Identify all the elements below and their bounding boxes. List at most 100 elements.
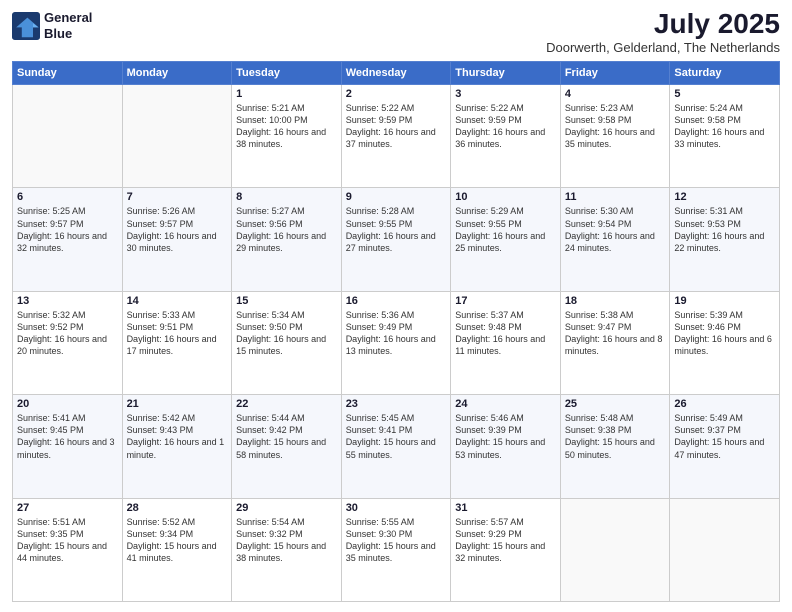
day-number: 23 <box>346 398 447 410</box>
calendar-cell: 2Sunrise: 5:22 AMSunset: 9:59 PMDaylight… <box>341 85 451 188</box>
day-header-tuesday: Tuesday <box>232 62 342 85</box>
calendar-cell: 24 Sunrise: 5:46 AMSunset: 9:39 PMDayligh… <box>451 395 561 498</box>
day-number: 24 <box>455 398 556 410</box>
calendar-cell: 22 Sunrise: 5:44 AMSunset: 9:42 PMDayligh… <box>232 395 342 498</box>
calendar-cell: 28 Sunrise: 5:52 AMSunset: 9:34 PMDayligh… <box>122 498 232 601</box>
cell-info: Sunrise: 5:29 AMSunset: 9:55 PMDaylight:… <box>455 205 556 254</box>
logo: General Blue <box>12 10 92 41</box>
day-number: 26 <box>674 398 775 410</box>
calendar-week-row: 6 Sunrise: 5:25 AMSunset: 9:57 PMDaylight… <box>13 188 780 291</box>
calendar-cell: 29Sunrise: 5:54 AMSunset: 9:32 PMDayligh… <box>232 498 342 601</box>
day-number: 22 <box>236 398 337 410</box>
day-number: 6 <box>17 191 118 203</box>
calendar: SundayMondayTuesdayWednesdayThursdayFrid… <box>12 61 780 602</box>
cell-info: Sunrise: 5:25 AMSunset: 9:57 PMDaylight:… <box>17 205 118 254</box>
calendar-header-row: SundayMondayTuesdayWednesdayThursdayFrid… <box>13 62 780 85</box>
day-number: 28 <box>127 502 228 514</box>
cell-info: Sunrise: 5:37 AMSunset: 9:48 PMDaylight:… <box>455 309 556 358</box>
calendar-cell: 30 Sunrise: 5:55 AMSunset: 9:30 PMDayligh… <box>341 498 451 601</box>
day-number: 15 <box>236 295 337 307</box>
day-number: 12 <box>674 191 775 203</box>
cell-info: Sunrise: 5:45 AMSunset: 9:41 PMDaylight:… <box>346 412 447 461</box>
day-number: 31 <box>455 502 556 514</box>
cell-info: Sunrise: 5:49 AMSunset: 9:37 PMDaylight:… <box>674 412 775 461</box>
day-number: 30 <box>346 502 447 514</box>
calendar-cell: 25 Sunrise: 5:48 AMSunset: 9:38 PMDayligh… <box>560 395 670 498</box>
calendar-cell: 26 Sunrise: 5:49 AMSunset: 9:37 PMDayligh… <box>670 395 780 498</box>
cell-info: Sunrise: 5:41 AMSunset: 9:45 PMDaylight:… <box>17 412 118 461</box>
day-number: 9 <box>346 191 447 203</box>
calendar-cell: 6 Sunrise: 5:25 AMSunset: 9:57 PMDaylight… <box>13 188 123 291</box>
calendar-cell <box>560 498 670 601</box>
cell-info: Sunrise: 5:22 AMSunset: 9:59 PMDaylight:… <box>455 102 556 151</box>
day-header-wednesday: Wednesday <box>341 62 451 85</box>
day-number: 14 <box>127 295 228 307</box>
day-header-monday: Monday <box>122 62 232 85</box>
cell-info: Sunrise: 5:23 AMSunset: 9:58 PMDaylight:… <box>565 102 666 151</box>
cell-info: Sunrise: 5:51 AMSunset: 9:35 PMDaylight:… <box>17 516 118 565</box>
day-number: 21 <box>127 398 228 410</box>
day-number: 25 <box>565 398 666 410</box>
day-number: 19 <box>674 295 775 307</box>
calendar-week-row: 1 Sunrise: 5:21 AMSunset: 10:00 PMDayligh… <box>13 85 780 188</box>
title-block: July 2025 Doorwerth, Gelderland, The Net… <box>546 10 780 55</box>
day-header-thursday: Thursday <box>451 62 561 85</box>
calendar-week-row: 20 Sunrise: 5:41 AMSunset: 9:45 PMDayligh… <box>13 395 780 498</box>
cell-info: Sunrise: 5:26 AMSunset: 9:57 PMDaylight:… <box>127 205 228 254</box>
calendar-cell: 14Sunrise: 5:33 AMSunset: 9:51 PMDayligh… <box>122 291 232 394</box>
day-number: 16 <box>346 295 447 307</box>
day-number: 11 <box>565 191 666 203</box>
day-number: 20 <box>17 398 118 410</box>
day-number: 29 <box>236 502 337 514</box>
cell-info: Sunrise: 5:22 AMSunset: 9:59 PMDaylight:… <box>346 102 447 151</box>
logo-line1: General <box>44 10 92 26</box>
cell-info: Sunrise: 5:38 AMSunset: 9:47 PMDaylight:… <box>565 309 666 358</box>
cell-info: Sunrise: 5:48 AMSunset: 9:38 PMDaylight:… <box>565 412 666 461</box>
calendar-cell: 8Sunrise: 5:27 AMSunset: 9:56 PMDaylight… <box>232 188 342 291</box>
page: General Blue July 2025 Doorwerth, Gelder… <box>0 0 792 612</box>
calendar-cell: 19 Sunrise: 5:39 AMSunset: 9:46 PMDayligh… <box>670 291 780 394</box>
calendar-body: 1 Sunrise: 5:21 AMSunset: 10:00 PMDayligh… <box>13 85 780 602</box>
calendar-cell: 3Sunrise: 5:22 AMSunset: 9:59 PMDaylight… <box>451 85 561 188</box>
cell-info: Sunrise: 5:27 AMSunset: 9:56 PMDaylight:… <box>236 205 337 254</box>
calendar-cell: 1 Sunrise: 5:21 AMSunset: 10:00 PMDayligh… <box>232 85 342 188</box>
day-number: 1 <box>236 88 337 100</box>
day-number: 27 <box>17 502 118 514</box>
calendar-cell: 15 Sunrise: 5:34 AMSunset: 9:50 PMDayligh… <box>232 291 342 394</box>
cell-info: Sunrise: 5:34 AMSunset: 9:50 PMDaylight:… <box>236 309 337 358</box>
logo-text: General Blue <box>44 10 92 41</box>
header: General Blue July 2025 Doorwerth, Gelder… <box>12 10 780 55</box>
cell-info: Sunrise: 5:31 AMSunset: 9:53 PMDaylight:… <box>674 205 775 254</box>
calendar-cell: 18Sunrise: 5:38 AMSunset: 9:47 PMDayligh… <box>560 291 670 394</box>
location: Doorwerth, Gelderland, The Netherlands <box>546 40 780 55</box>
day-number: 17 <box>455 295 556 307</box>
day-number: 4 <box>565 88 666 100</box>
cell-info: Sunrise: 5:39 AMSunset: 9:46 PMDaylight:… <box>674 309 775 358</box>
cell-info: Sunrise: 5:52 AMSunset: 9:34 PMDaylight:… <box>127 516 228 565</box>
calendar-week-row: 27 Sunrise: 5:51 AMSunset: 9:35 PMDayligh… <box>13 498 780 601</box>
day-number: 7 <box>127 191 228 203</box>
month-year: July 2025 <box>546 10 780 38</box>
calendar-cell: 5Sunrise: 5:24 AMSunset: 9:58 PMDaylight… <box>670 85 780 188</box>
cell-info: Sunrise: 5:55 AMSunset: 9:30 PMDaylight:… <box>346 516 447 565</box>
cell-info: Sunrise: 5:44 AMSunset: 9:42 PMDaylight:… <box>236 412 337 461</box>
calendar-cell: 12 Sunrise: 5:31 AMSunset: 9:53 PMDayligh… <box>670 188 780 291</box>
calendar-cell: 31 Sunrise: 5:57 AMSunset: 9:29 PMDayligh… <box>451 498 561 601</box>
calendar-cell: 21Sunrise: 5:42 AMSunset: 9:43 PMDayligh… <box>122 395 232 498</box>
logo-line2: Blue <box>44 26 92 42</box>
calendar-week-row: 13Sunrise: 5:32 AMSunset: 9:52 PMDayligh… <box>13 291 780 394</box>
calendar-cell: 10 Sunrise: 5:29 AMSunset: 9:55 PMDayligh… <box>451 188 561 291</box>
day-number: 10 <box>455 191 556 203</box>
calendar-cell: 20 Sunrise: 5:41 AMSunset: 9:45 PMDayligh… <box>13 395 123 498</box>
calendar-cell: 9Sunrise: 5:28 AMSunset: 9:55 PMDaylight… <box>341 188 451 291</box>
calendar-cell: 16Sunrise: 5:36 AMSunset: 9:49 PMDayligh… <box>341 291 451 394</box>
day-number: 5 <box>674 88 775 100</box>
calendar-cell <box>13 85 123 188</box>
cell-info: Sunrise: 5:57 AMSunset: 9:29 PMDaylight:… <box>455 516 556 565</box>
day-header-sunday: Sunday <box>13 62 123 85</box>
cell-info: Sunrise: 5:21 AMSunset: 10:00 PMDaylight… <box>236 102 337 151</box>
calendar-cell: 17 Sunrise: 5:37 AMSunset: 9:48 PMDayligh… <box>451 291 561 394</box>
calendar-cell: 7 Sunrise: 5:26 AMSunset: 9:57 PMDaylight… <box>122 188 232 291</box>
calendar-cell: 11Sunrise: 5:30 AMSunset: 9:54 PMDayligh… <box>560 188 670 291</box>
cell-info: Sunrise: 5:46 AMSunset: 9:39 PMDaylight:… <box>455 412 556 461</box>
